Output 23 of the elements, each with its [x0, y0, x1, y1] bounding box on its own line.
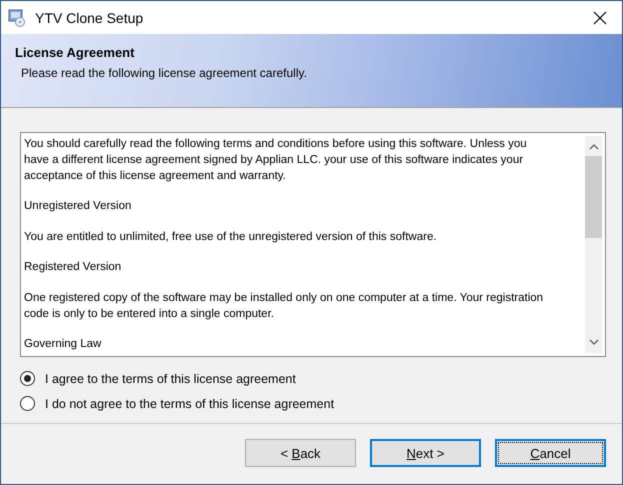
radio-button[interactable]	[20, 396, 35, 411]
cancel-button[interactable]: Cancel	[495, 439, 606, 467]
license-paragraph: Governing Law	[24, 336, 102, 352]
license-text-box[interactable]	[20, 132, 606, 357]
license-paragraph: You should carefully read the following terms and conditions before using this software. Unless you have a different license agreement signed by Applian LLC. your use of this software indicates your acceptance of this license agreement and warranty.	[24, 137, 528, 184]
header-subtitle: Please read the following license agreement carefully.	[20, 66, 308, 80]
scroll-down-icon[interactable]	[588, 339, 598, 345]
next-button[interactable]: Next >	[370, 439, 481, 467]
header-title: License Agreement	[15, 45, 136, 60]
close-icon[interactable]	[593, 10, 607, 24]
scroll-thumb[interactable]	[585, 156, 602, 238]
license-paragraph: You are entitled to unlimited, free use of the unregistered version of this software.	[24, 230, 438, 245]
scroll-up-icon[interactable]	[588, 144, 598, 150]
window-title: YTV Clone Setup	[35, 10, 144, 26]
back-button[interactable]: < Back	[245, 439, 356, 467]
radio-label[interactable]: I do not agree to the terms of this license agreement	[45, 396, 334, 410]
license-paragraph: One registered copy of the software may be installed only on one computer at a time. Your registration code is only to be entered into a single computer.	[24, 290, 544, 322]
scrollbar[interactable]	[585, 136, 602, 353]
license-paragraph: Registered Version	[24, 260, 122, 276]
license-paragraph: Unregistered Version	[24, 199, 132, 214]
installer-icon	[8, 8, 26, 26]
radio-label[interactable]: I agree to the terms of this license agreement	[45, 372, 296, 386]
radio-button[interactable]	[20, 371, 35, 386]
